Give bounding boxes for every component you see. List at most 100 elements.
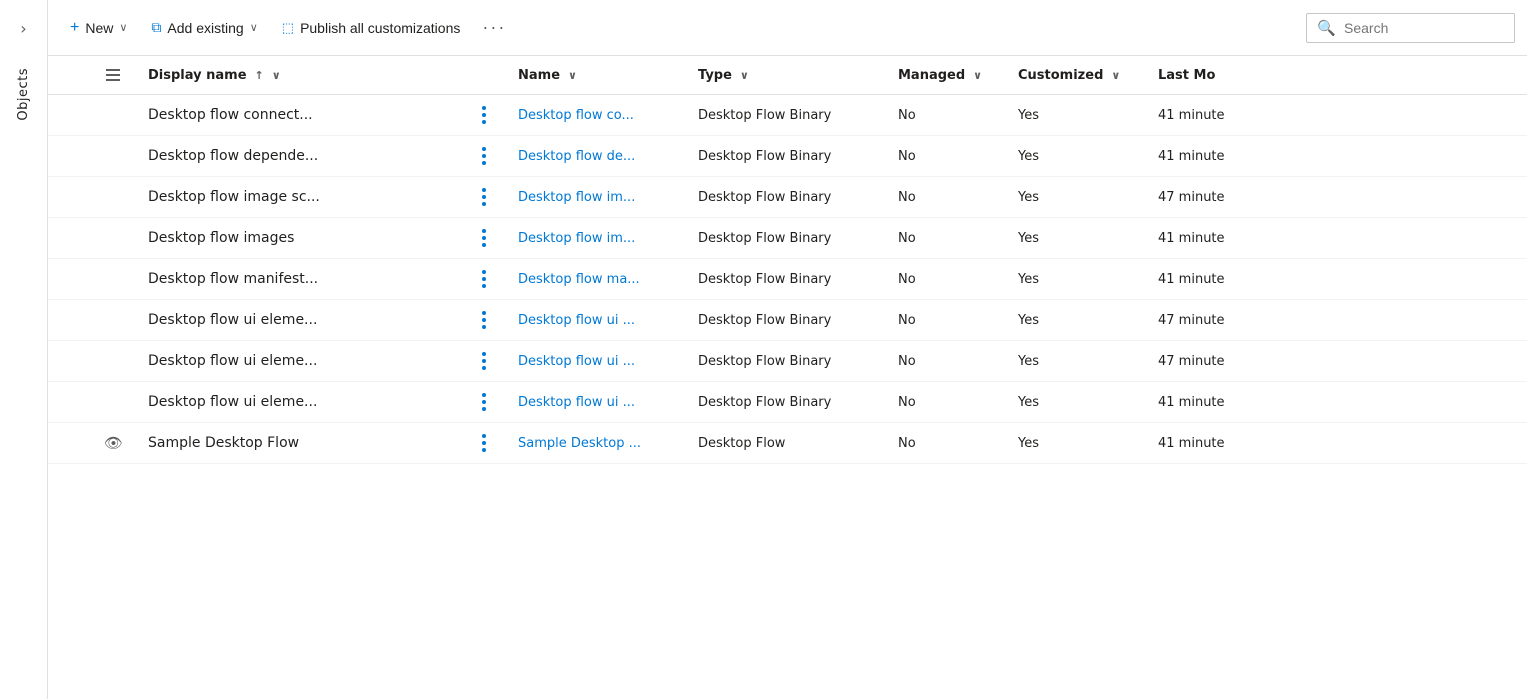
type-cell: Desktop Flow Binary	[686, 218, 886, 259]
three-dots-icon	[482, 393, 486, 411]
chevron-right-icon: ›	[20, 19, 26, 38]
customized-cell: Yes	[1006, 136, 1146, 177]
managed-cell: No	[886, 136, 1006, 177]
list-view-icon	[104, 66, 122, 84]
row-checkbox-cell	[48, 136, 96, 177]
context-menu-cell	[476, 259, 506, 300]
table-row: 👁Sample Desktop Flow Sample Desktop ...D…	[48, 423, 1527, 464]
sidebar-toggle-button[interactable]: ›	[8, 12, 40, 44]
context-menu-button[interactable]	[476, 225, 492, 251]
objects-table: Display name ↑ ∨ Name ∨	[48, 56, 1527, 464]
customized-cell: Yes	[1006, 423, 1146, 464]
three-dots-icon	[482, 311, 486, 329]
list-icon-header	[96, 56, 136, 95]
new-button[interactable]: + New ∨	[60, 13, 137, 43]
type-cell: Desktop Flow Binary	[686, 300, 886, 341]
publish-button[interactable]: ⬚ Publish all customizations	[272, 14, 471, 42]
managed-cell: No	[886, 423, 1006, 464]
three-dots-icon	[482, 106, 486, 124]
row-checkbox-cell	[48, 259, 96, 300]
name-sort-icon: ∨	[568, 69, 577, 82]
customized-header[interactable]: Customized ∨	[1006, 56, 1146, 95]
last-modified-header: Last Mo	[1146, 56, 1527, 95]
managed-header[interactable]: Managed ∨	[886, 56, 1006, 95]
type-header-label: Type	[698, 68, 732, 83]
row-icon-cell	[96, 259, 136, 300]
display-name-cell[interactable]: Desktop flow manifest...	[136, 259, 476, 300]
display-name-sort-chevron: ∨	[272, 69, 281, 82]
table-row: Desktop flow image sc... Desktop flow im…	[48, 177, 1527, 218]
more-actions-button[interactable]: ···	[474, 11, 514, 44]
context-menu-button[interactable]	[476, 348, 492, 374]
table-row: Desktop flow ui eleme... Desktop flow ui…	[48, 382, 1527, 423]
context-menu-button[interactable]	[476, 266, 492, 292]
name-cell: Desktop flow ui ...	[506, 382, 686, 423]
type-cell: Desktop Flow Binary	[686, 259, 886, 300]
table-area: Display name ↑ ∨ Name ∨	[48, 56, 1527, 699]
managed-cell: No	[886, 218, 1006, 259]
managed-cell: No	[886, 259, 1006, 300]
display-name-header-label: Display name	[148, 68, 247, 83]
context-menu-button[interactable]	[476, 430, 492, 456]
last-modified-cell: 41 minute	[1146, 259, 1527, 300]
row-checkbox-cell	[48, 341, 96, 382]
new-chevron-icon: ∨	[119, 21, 127, 34]
managed-cell: No	[886, 382, 1006, 423]
name-cell: Desktop flow ui ...	[506, 300, 686, 341]
row-icon-cell	[96, 218, 136, 259]
sidebar: › Objects	[0, 0, 48, 699]
three-dots-icon	[482, 188, 486, 206]
context-menu-button[interactable]	[476, 307, 492, 333]
customized-cell: Yes	[1006, 95, 1146, 136]
add-existing-button[interactable]: ⧉ Add existing ∨	[141, 13, 267, 42]
customized-cell: Yes	[1006, 300, 1146, 341]
type-cell: Desktop Flow	[686, 423, 886, 464]
search-input[interactable]	[1344, 20, 1504, 36]
type-header[interactable]: Type ∨	[686, 56, 886, 95]
name-cell: Desktop flow ui ...	[506, 341, 686, 382]
context-menu-cell	[476, 136, 506, 177]
display-name-cell[interactable]: Desktop flow ui eleme...	[136, 382, 476, 423]
row-icon-cell	[96, 382, 136, 423]
last-modified-cell: 41 minute	[1146, 218, 1527, 259]
row-icon-cell: 👁	[96, 423, 136, 464]
add-existing-label: Add existing	[167, 20, 243, 36]
name-cell: Desktop flow im...	[506, 218, 686, 259]
display-name-header[interactable]: Display name ↑ ∨	[136, 56, 476, 95]
table-row: Desktop flow ui eleme... Desktop flow ui…	[48, 341, 1527, 382]
more-dots-icon: ···	[482, 17, 506, 38]
last-modified-cell: 47 minute	[1146, 177, 1527, 218]
display-name-cell[interactable]: Sample Desktop Flow	[136, 423, 476, 464]
row-checkbox-cell	[48, 382, 96, 423]
name-cell: Desktop flow im...	[506, 177, 686, 218]
table-header-row: Display name ↑ ∨ Name ∨	[48, 56, 1527, 95]
display-name-cell[interactable]: Desktop flow ui eleme...	[136, 341, 476, 382]
display-name-cell[interactable]: Desktop flow images	[136, 218, 476, 259]
context-menu-button[interactable]	[476, 143, 492, 169]
search-box[interactable]: 🔍	[1306, 13, 1515, 43]
display-name-sort-asc-icon: ↑	[255, 69, 264, 82]
customized-header-label: Customized	[1018, 68, 1103, 83]
three-dots-icon	[482, 434, 486, 452]
name-header[interactable]: Name ∨	[506, 56, 686, 95]
checkbox-header	[48, 56, 96, 95]
managed-cell: No	[886, 300, 1006, 341]
customized-cell: Yes	[1006, 218, 1146, 259]
table-row: Desktop flow ui eleme... Desktop flow ui…	[48, 300, 1527, 341]
row-icon-cell	[96, 136, 136, 177]
toolbar: + New ∨ ⧉ Add existing ∨ ⬚ Publish all c…	[48, 0, 1527, 56]
context-menu-button[interactable]	[476, 102, 492, 128]
context-col-header	[476, 56, 506, 95]
three-dots-icon	[482, 147, 486, 165]
display-name-cell[interactable]: Desktop flow image sc...	[136, 177, 476, 218]
managed-sort-icon: ∨	[973, 69, 982, 82]
context-menu-button[interactable]	[476, 389, 492, 415]
name-cell: Desktop flow co...	[506, 95, 686, 136]
context-menu-cell	[476, 382, 506, 423]
context-menu-button[interactable]	[476, 184, 492, 210]
display-name-cell[interactable]: Desktop flow depende...	[136, 136, 476, 177]
table-row: Desktop flow connect... Desktop flow co.…	[48, 95, 1527, 136]
objects-label: Objects	[16, 68, 31, 121]
display-name-cell[interactable]: Desktop flow ui eleme...	[136, 300, 476, 341]
display-name-cell[interactable]: Desktop flow connect...	[136, 95, 476, 136]
